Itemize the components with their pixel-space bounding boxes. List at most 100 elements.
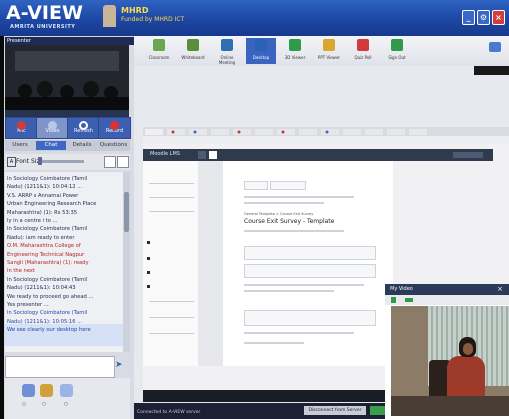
- chat-log: ln Sociology Coimbatore (Tamil Nadu) (121…: [5, 172, 123, 352]
- browser-tabs-graphic: [145, 129, 427, 135]
- option-a-icon[interactable]: ○: [22, 402, 26, 407]
- video-popup-toolbar: [385, 295, 509, 305]
- browser-tab-strip: [143, 127, 509, 136]
- lms-sidebar: [143, 161, 198, 366]
- sidebar-item[interactable]: [149, 301, 194, 302]
- course-title: Course Exit Survey - Template: [244, 218, 335, 225]
- signout-icon: [391, 39, 403, 51]
- settings-icon[interactable]: ⚙: [477, 10, 490, 25]
- font-size-slider-thumb[interactable]: [38, 157, 42, 165]
- share-icon[interactable]: [489, 42, 501, 52]
- toolbar-3d-viewer[interactable]: 3D Viewer: [280, 38, 310, 64]
- chat-message: Nadu) (1211&1): 10:04:43: [7, 285, 76, 292]
- tools-icon[interactable]: [60, 384, 73, 397]
- nav-button[interactable]: [198, 151, 206, 159]
- tab-details[interactable]: Details: [67, 141, 97, 150]
- content-line: [244, 196, 354, 198]
- toolbar-online-meeting[interactable]: Online Meeting: [212, 38, 242, 65]
- status-text: Connected to A-VIEW server: [137, 410, 201, 415]
- lms-drawer-edge: [198, 161, 223, 366]
- content-tab[interactable]: [244, 181, 268, 190]
- toolbar-desktop[interactable]: Desktop: [246, 38, 276, 64]
- chat-message: ln the next: [7, 268, 36, 275]
- chat-input[interactable]: [5, 356, 115, 378]
- chat-scrollbar-thumb[interactable]: [124, 192, 129, 232]
- toolbar-label: Sign Out: [388, 55, 406, 60]
- browser-address-bar[interactable]: [143, 136, 509, 144]
- emoji-icon[interactable]: [104, 156, 116, 168]
- sidebar-item[interactable]: [149, 317, 194, 318]
- chat-message: O.M. Maharashtra College of: [7, 243, 81, 250]
- toolbar-whiteboard[interactable]: Whiteboard: [178, 38, 208, 64]
- sidebar-item[interactable]: [149, 211, 194, 212]
- toolbar-label: Quiz Poll: [354, 55, 372, 60]
- tab-users[interactable]: Users: [5, 141, 35, 150]
- video-controls-bar: [5, 110, 129, 117]
- font-size-slider[interactable]: [38, 160, 84, 163]
- tab-questions[interactable]: Questions: [98, 141, 129, 150]
- chat-message: ly in a centre i to ...: [7, 218, 58, 224]
- mic-icon[interactable]: [391, 297, 396, 303]
- content-line: [244, 202, 324, 204]
- font-decrease-icon[interactable]: A: [7, 157, 16, 167]
- toolbar-classroom[interactable]: Classroom: [144, 38, 174, 64]
- content-line: [244, 290, 334, 292]
- audience-silhouettes: [5, 45, 129, 117]
- emblem-image: [103, 5, 116, 27]
- option-c-icon[interactable]: ○: [64, 402, 68, 407]
- org-name: AMRITA UNIVERSITY: [10, 24, 76, 30]
- video-button[interactable]: Video: [36, 117, 69, 139]
- chat-message: ln Sociology Coimbatore (Tamil: [7, 310, 88, 317]
- content-line: [244, 284, 364, 286]
- tab-chat[interactable]: Chat: [36, 141, 66, 150]
- record-icon: [110, 121, 119, 130]
- lms-navbar: [143, 149, 493, 161]
- toolbar-ppt-viewer[interactable]: PPT Viewer: [314, 38, 344, 64]
- participant-face: [463, 343, 473, 355]
- minimize-icon[interactable]: _: [462, 10, 475, 25]
- toolbar-label: Classroom: [148, 55, 170, 60]
- option-b-icon[interactable]: ○: [42, 402, 46, 407]
- presenter-video: [5, 45, 129, 117]
- sidebar-item[interactable]: [149, 333, 194, 334]
- content-section: [244, 264, 376, 278]
- chat-message: Maharashtra) (1): Rs 53:35: [7, 209, 78, 216]
- meeting-icon: [221, 39, 233, 51]
- record-button[interactable]: Record: [98, 117, 131, 139]
- toolbar-quiz-poll[interactable]: Quiz Poll: [348, 38, 378, 64]
- course-breadcrumb: General Template > Course Exit Survey: [244, 212, 314, 216]
- user-menu[interactable]: [453, 152, 483, 158]
- whiteboard-icon: [187, 39, 199, 51]
- toolbar-label: PPT Viewer: [317, 55, 341, 60]
- chat-message: Yes presenter ...: [7, 302, 49, 308]
- content-section: [244, 310, 376, 326]
- chat-message: Sangli (Maharashtra) (1): ready: [7, 260, 89, 266]
- mic-button[interactable]: Mic: [5, 117, 38, 139]
- user-tool-icon[interactable]: [22, 384, 35, 397]
- sidebar-bullet: [147, 285, 150, 288]
- app-logo-title: A-VIEW: [6, 2, 83, 24]
- desktop-icon: [255, 39, 267, 51]
- ministry-label: MHRD: [121, 6, 149, 15]
- content-tab[interactable]: [270, 181, 306, 190]
- send-icon[interactable]: ➤: [115, 360, 127, 372]
- chat-scrollbar[interactable]: [123, 172, 130, 352]
- sidebar-bullet: [147, 241, 150, 244]
- toolbar-sign-out[interactable]: Sign Out: [382, 38, 412, 64]
- view-controls[interactable]: [474, 66, 509, 75]
- sidebar-item[interactable]: [149, 197, 194, 198]
- content-section: [244, 246, 376, 260]
- camera-icon[interactable]: [405, 298, 413, 302]
- sidebar-item[interactable]: [149, 183, 194, 184]
- chat-message: V.S. ARRP s Annamai Power: [7, 192, 79, 199]
- close-icon[interactable]: ×: [497, 285, 505, 293]
- disconnect-button[interactable]: Disconnect from Server: [304, 406, 366, 415]
- chat-message: ln Sociology Coimbatore (Tamil: [7, 176, 88, 182]
- chat-message: ln Sociology Coimbatore (Tamil: [7, 276, 88, 283]
- hand-raise-icon[interactable]: [40, 384, 53, 397]
- close-icon[interactable]: ×: [492, 10, 505, 25]
- nav-button[interactable]: [209, 151, 217, 159]
- clear-chat-icon[interactable]: [117, 156, 129, 168]
- refresh-button[interactable]: Refresh: [67, 117, 100, 139]
- toolbar-label: 3D Viewer: [284, 55, 306, 60]
